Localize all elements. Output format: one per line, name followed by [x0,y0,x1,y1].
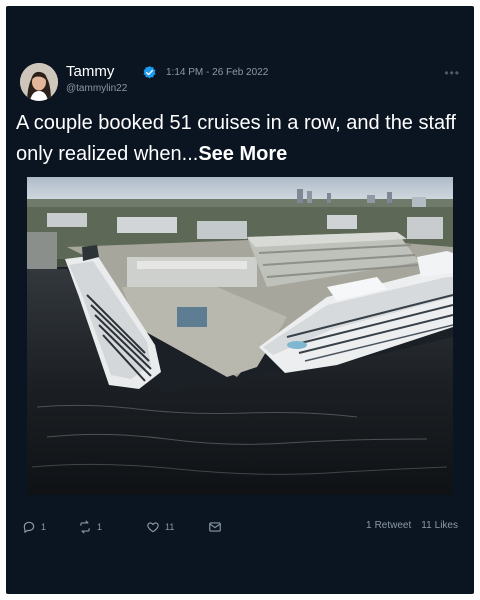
share-icon [209,522,221,532]
tweet-actions: 1 1 11 1 Retweet 11 Likes [20,518,460,538]
reply-icon [23,521,35,533]
like-count: 11 [165,522,175,532]
retweets-label[interactable]: Retweet [375,520,412,531]
author-handle[interactable]: @tammylin22 [66,83,127,94]
reply-count: 1 [41,522,47,532]
tweet-card: Tammy 1:14 PM - 26 Feb 2022 @tammylin22 … [6,6,474,594]
heart-icon [147,522,159,533]
retweet-count: 1 [97,522,103,532]
tweet-timestamp[interactable]: 1:14 PM - 26 Feb 2022 [166,67,268,78]
avatar-photo-icon [20,63,58,101]
tweet-header: Tammy 1:14 PM - 26 Feb 2022 @tammylin22 … [66,63,462,103]
tweet-text: A couple booked 51 cruises in a row, and… [16,108,466,170]
see-more-link[interactable]: See More [198,143,287,165]
likes-total[interactable]: 11 [421,520,431,531]
author-name[interactable]: Tammy [66,63,114,80]
retweets-total[interactable]: 1 [366,520,372,531]
more-options-icon[interactable]: ••• [444,66,460,80]
cruise-ships-photo [27,177,453,495]
tweet-photo[interactable] [27,177,453,495]
verified-badge-icon [142,65,157,80]
tweet-stats: 1 Retweet 11 Likes [366,520,458,531]
likes-label[interactable]: Likes [435,520,458,531]
retweet-button[interactable]: 1 [78,518,102,536]
reply-button[interactable]: 1 [22,518,46,536]
share-button[interactable] [208,518,222,536]
avatar[interactable] [20,63,58,101]
retweet-icon [80,520,90,534]
like-button[interactable]: 11 [146,518,174,536]
